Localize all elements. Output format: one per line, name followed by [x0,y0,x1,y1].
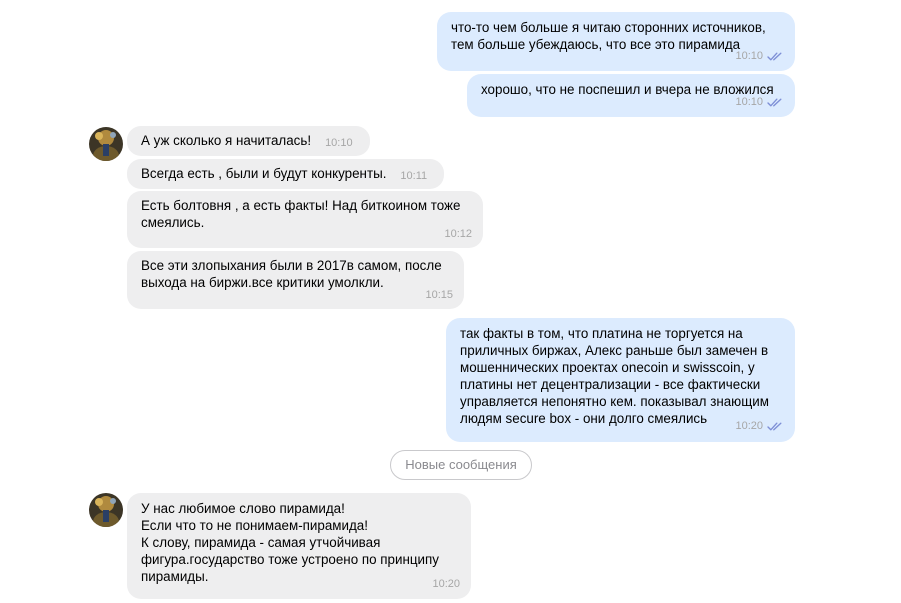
message-outgoing[interactable]: так факты в том, что платина не торгуетс… [446,318,795,442]
message-incoming[interactable]: У нас любимое слово пирамида! Если что т… [127,493,471,599]
message-meta: 10:20 [735,420,782,433]
message-incoming[interactable]: Всегда есть , были и будут конкуренты. 10… [127,159,444,189]
message-outgoing[interactable]: что-то чем больше я читаю сторонних исто… [437,12,795,71]
message-outgoing[interactable]: хорошо, что не поспешил и вчера не вложи… [467,74,795,117]
message-time: 10:10 [735,50,763,62]
message-time: 10:11 [400,170,428,182]
message-time: 10:10 [735,96,763,108]
message-text: так факты в том, что платина не торгуетс… [460,326,769,426]
avatar[interactable] [89,493,123,527]
message-meta: 10:20 [432,578,460,591]
message-incoming[interactable]: А уж сколько я начиталась! 10:10 [127,126,370,156]
double-check-icon [767,52,782,61]
message-text: У нас любимое слово пирамида! Если что т… [141,501,439,584]
double-check-icon [767,422,782,431]
message-text: что-то чем больше я читаю сторонних исто… [451,20,766,52]
avatar-image [89,493,123,527]
avatar-image [89,127,123,161]
message-time: 10:12 [444,228,472,240]
double-check-icon [767,98,782,107]
message-incoming[interactable]: Есть болтовня , а есть факты! Над биткои… [127,191,483,248]
message-meta: 10:10 [735,50,782,63]
message-incoming[interactable]: Все эти злопыхания были в 2017в самом, п… [127,251,464,309]
message-time: 10:20 [432,578,460,590]
message-text: Всегда есть , были и будут конкуренты. [141,166,387,181]
new-messages-divider[interactable]: Новые сообщения [390,450,532,480]
message-meta: 10:15 [425,289,453,302]
message-time: 10:20 [735,420,763,432]
message-text: Есть болтовня , а есть факты! Над биткои… [141,198,461,230]
message-time: 10:10 [325,137,353,149]
avatar[interactable] [89,127,123,161]
message-meta: 10:10 [735,96,782,109]
message-text: Все эти злопыхания были в 2017в самом, п… [141,258,442,290]
message-text: А уж сколько я начиталась! [141,133,312,148]
message-meta: 10:12 [444,228,472,241]
message-time: 10:15 [425,289,453,301]
